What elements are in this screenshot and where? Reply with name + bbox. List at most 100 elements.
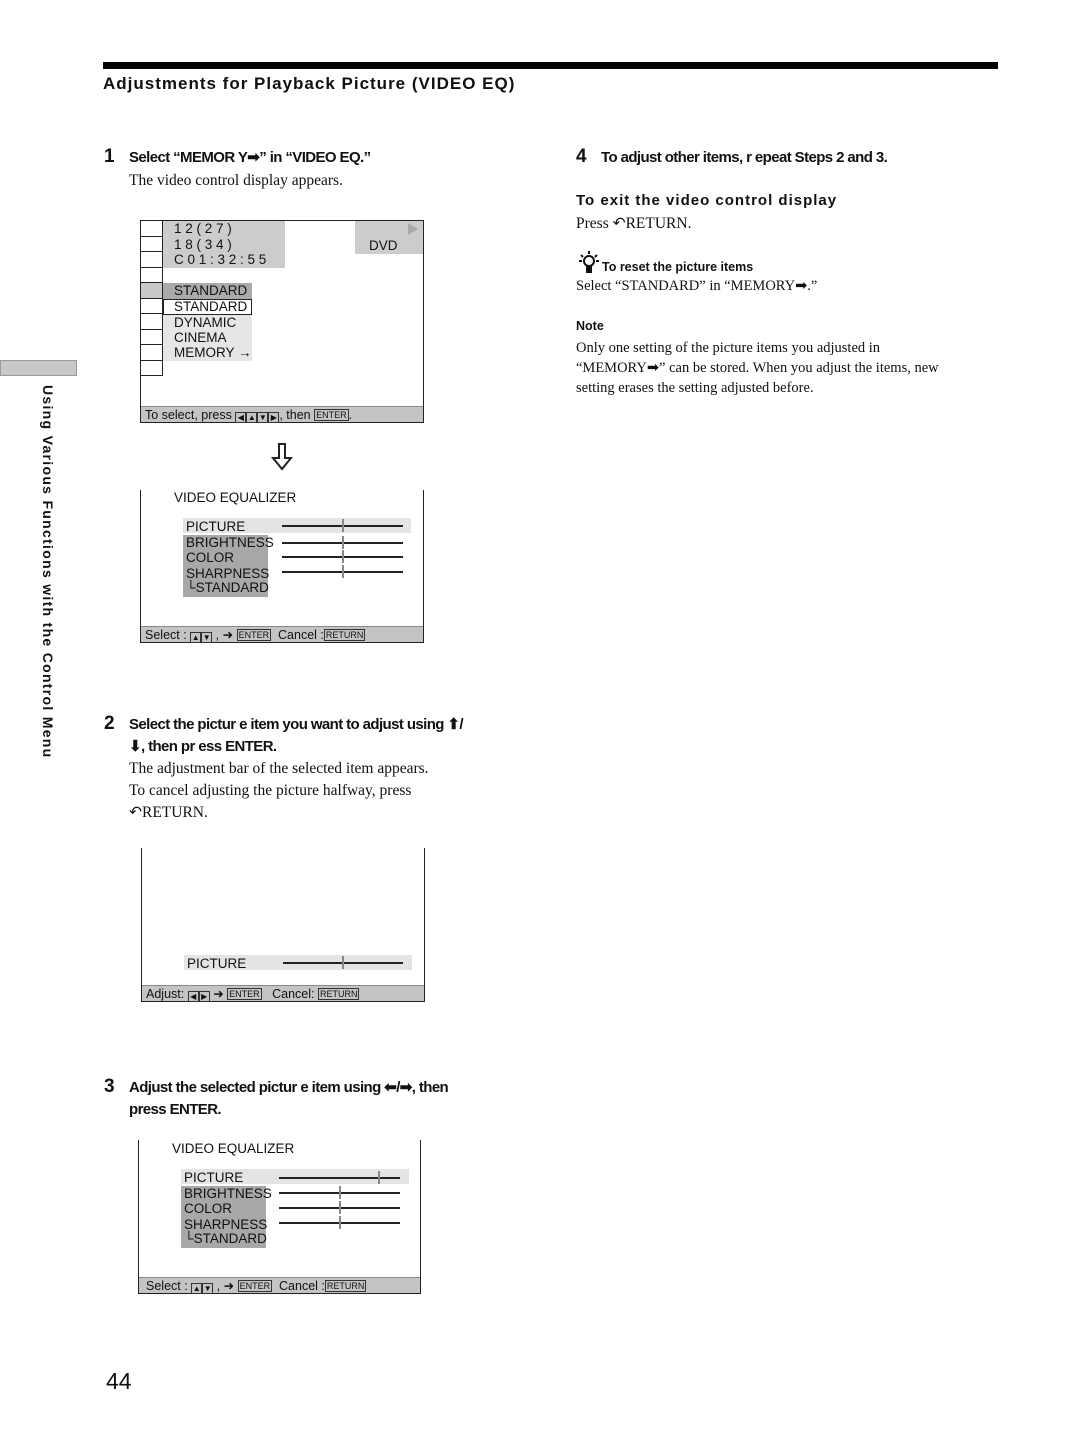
slider-brightness[interactable] [282,536,403,549]
step-heading-cont: press ENTER. [129,1101,222,1118]
step-heading: Select “MEMOR Y➡” in “VIDEO EQ.” [129,149,371,166]
play-time: C 0 1 : 3 2 : 5 5 [174,252,267,267]
hint-text: To select, press [145,408,232,422]
slider-color[interactable] [279,1201,400,1214]
equalizer-title: VIDEO EQUALIZER [172,1141,295,1156]
adjust-item-picture: PICTURE [187,956,247,971]
side-tab-label: Using Various Functions with the Control… [40,385,56,759]
up-key-icon: ▲ [246,412,258,423]
enter-key: ENTER [236,629,272,641]
arrow-icon: ➜ [213,987,224,1001]
eq-item-color[interactable]: COLOR [186,550,274,566]
slider-handle[interactable] [378,1171,381,1184]
eq-item-standard[interactable]: └STANDARD [186,581,274,595]
step-heading: To adjust other items, r epeat Steps 2 a… [601,149,888,166]
option-cinema[interactable]: CINEMA [174,330,252,345]
step-heading-cont: ⬇, then pr ess ENTER. [129,738,277,755]
hint-bar: Select : ▲ ▼ , ➜ ENTER Cancel : RETURN [139,1277,420,1294]
section-title: Adjustments for Playback Picture (VIDEO … [103,74,516,93]
slider-picture[interactable] [282,519,403,532]
down-key-icon: ▼ [202,1283,214,1294]
select-label: Select : [146,1279,188,1293]
slider-picture[interactable] [279,1171,400,1184]
eq-item-brightness[interactable]: BRIGHTNESS [186,535,274,551]
select-label: Select : [145,628,187,642]
eq-item-color[interactable]: COLOR [184,1201,272,1217]
slider-handle[interactable] [341,550,344,563]
page-number: 44 [106,1368,132,1394]
option-memory[interactable]: MEMORY → [174,345,252,360]
tip-heading: To reset the picture items [602,260,754,274]
right-key-icon: ▶ [268,412,280,423]
step-number: 3 [104,1076,115,1097]
slider-handle[interactable] [341,536,344,549]
down-arrow-icon [271,443,293,471]
hint-bar: Adjust: ◀ ▶ ➜ ENTER Cancel: RETURN [142,985,424,1002]
hint-bar: To select, press ◀ ▲ ▼ ▶, then ENTER. [141,406,423,423]
note-body: setting erases the setting adjusted befo… [576,380,814,396]
right-key-icon: ▶ [198,991,210,1002]
side-tab-marker [0,360,77,376]
down-key-icon: ▼ [201,632,213,643]
top-rule [103,62,998,69]
slider-sharpness[interactable] [279,1216,400,1229]
tip-lightbulb-icon [579,251,599,273]
step-body: ↶RETURN. [129,804,208,821]
cancel-label: Cancel: [272,987,315,1001]
return-key: RETURN [317,988,360,1000]
video-equalizer-screen: VIDEO EQUALIZER PICTURE BRIGHTNESS COLOR… [140,490,424,643]
option-standard[interactable]: STANDARD [163,299,252,315]
slider-picture[interactable] [283,956,403,969]
slider-handle[interactable] [338,1186,341,1199]
cancel-label: Cancel : [278,628,324,642]
eq-item-picture[interactable]: PICTURE [184,1170,272,1186]
option-dynamic[interactable]: DYNAMIC [174,315,252,330]
chapter-number: 1 8 ( 3 4 ) [174,236,232,252]
slider-handle[interactable] [342,956,344,969]
eq-item-picture[interactable]: PICTURE [186,519,274,535]
exit-heading: To exit the video control display [576,192,838,209]
note-body: “MEMORY➡” can be stored. When you adjust… [576,360,939,376]
slider-sharpness[interactable] [282,565,403,578]
return-key: RETURN [323,629,366,641]
enter-key: ENTER [227,988,262,1000]
step-body: The adjustment bar of the selected item … [129,760,429,777]
up-key-icon: ▲ [190,632,202,643]
slider-handle[interactable] [338,1201,341,1214]
cancel-label: Cancel : [279,1279,325,1293]
step-number: 1 [104,146,115,167]
hint-then: , then [279,408,311,422]
step-heading: Select the pictur e item you want to adj… [129,716,464,733]
step-heading: Adjust the selected pictur e item using … [129,1079,449,1096]
note-body: Only one setting of the picture items yo… [576,340,881,356]
arrow-icon: ➜ [223,1279,235,1293]
eq-item-standard[interactable]: └STANDARD [184,1232,272,1246]
slider-color[interactable] [282,550,403,563]
adjust-label: Adjust: [146,987,185,1001]
note-heading: Note [576,319,604,333]
enter-key: ENTER [237,1280,273,1292]
hint-bar: Select : ▲ ▼ , ➜ ENTER Cancel : RETURN [141,626,423,643]
step-body: To cancel adjusting the picture halfway,… [129,782,412,799]
tip-body: Select “STANDARD” in “MEMORY➡.” [576,278,818,294]
step-body: The video control display appears. [129,172,343,189]
eq-item-brightness[interactable]: BRIGHTNESS [184,1186,272,1202]
eq-item-sharpness[interactable]: SHARPNESS [186,566,274,582]
left-key-icon: ◀ [187,991,199,1002]
play-icon [408,223,418,235]
slider-handle[interactable] [341,565,344,578]
current-setting: STANDARD [163,283,252,299]
arrow-icon: ➜ [222,628,234,642]
left-key-icon: ◀ [235,412,247,423]
video-equalizer-screen-adjusted: VIDEO EQUALIZER PICTURE BRIGHTNESS COLOR… [138,1140,421,1294]
step-number: 4 [576,146,587,167]
eq-item-sharpness[interactable]: SHARPNESS [184,1217,272,1233]
down-key-icon: ▼ [257,412,269,423]
enter-key: ENTER [314,409,349,421]
step-number: 2 [104,713,115,734]
control-display-screen: 1 2 ( 2 7 ) 1 8 ( 3 4 ) C 0 1 : 3 2 : 5 … [140,220,424,423]
return-key: RETURN [324,1280,367,1292]
slider-handle[interactable] [338,1216,341,1229]
slider-brightness[interactable] [279,1186,400,1199]
slider-handle[interactable] [341,519,344,532]
